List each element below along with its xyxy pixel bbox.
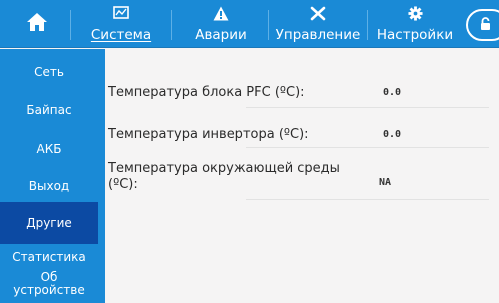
- sidebar-item-label: АКБ: [36, 142, 62, 156]
- sidebar-item-bypass[interactable]: Байпас: [0, 104, 98, 117]
- home-icon: [26, 12, 48, 36]
- tab-settings-label: Настройки: [376, 27, 454, 43]
- sidebar-item-output[interactable]: Выход: [0, 180, 98, 193]
- pfc-temperature-label: Температура блока PFC (ºC):: [108, 85, 305, 100]
- tab-system-label: Система: [90, 27, 152, 43]
- sidebar: Сеть Байпас АКБ Выход Другие Статистика …: [0, 49, 105, 303]
- tab-separator: [268, 10, 269, 40]
- tab-separator: [171, 10, 172, 40]
- ambient-temperature-label: Температура окружающей среды (ºC):: [108, 161, 340, 192]
- sidebar-item-battery[interactable]: АКБ: [0, 143, 98, 156]
- top-navigation-bar: Система Аварии Управление Настройки: [0, 0, 499, 48]
- tab-separator: [70, 10, 71, 40]
- lock-button[interactable]: [466, 9, 499, 41]
- sidebar-item-label: Байпас: [26, 103, 72, 117]
- lock-icon: [480, 16, 491, 35]
- row-divider: [246, 147, 489, 148]
- sidebar-item-network[interactable]: Сеть: [0, 66, 98, 79]
- main-content: Температура блока PFC (ºC): 0.0 Температ…: [105, 49, 499, 303]
- home-button[interactable]: [8, 0, 66, 48]
- ambient-temperature-value: NA: [378, 177, 392, 188]
- tab-system[interactable]: Система: [84, 0, 158, 48]
- tools-icon: [273, 6, 363, 22]
- tab-alarms[interactable]: Аварии: [185, 0, 257, 48]
- tab-alarms-label: Аварии: [195, 27, 247, 43]
- row-divider: [246, 199, 489, 200]
- sidebar-item-label: Статистика: [12, 250, 86, 264]
- chart-monitor-icon: [84, 6, 158, 22]
- gear-icon: [372, 6, 458, 22]
- tab-settings[interactable]: Настройки: [372, 0, 458, 48]
- row-divider: [246, 107, 489, 108]
- inverter-temperature-value: 0.0: [382, 129, 402, 140]
- pfc-temperature-value: 0.0: [382, 87, 402, 98]
- sidebar-item-label: Сеть: [34, 65, 64, 79]
- sidebar-item-statistics[interactable]: Статистика: [0, 251, 98, 264]
- warning-icon: [185, 6, 257, 22]
- sidebar-item-label: Выход: [28, 179, 70, 193]
- inverter-temperature-label: Температура инвертора (ºC):: [108, 127, 309, 142]
- sidebar-item-label: Другие: [26, 216, 72, 230]
- tab-control[interactable]: Управление: [273, 0, 363, 48]
- tab-separator: [367, 10, 368, 40]
- sidebar-item-about[interactable]: Об устройстве: [8, 271, 90, 297]
- tab-control-label: Управление: [275, 27, 361, 43]
- sidebar-item-label: Об устройстве: [13, 270, 85, 297]
- sidebar-item-other[interactable]: Другие: [0, 202, 98, 244]
